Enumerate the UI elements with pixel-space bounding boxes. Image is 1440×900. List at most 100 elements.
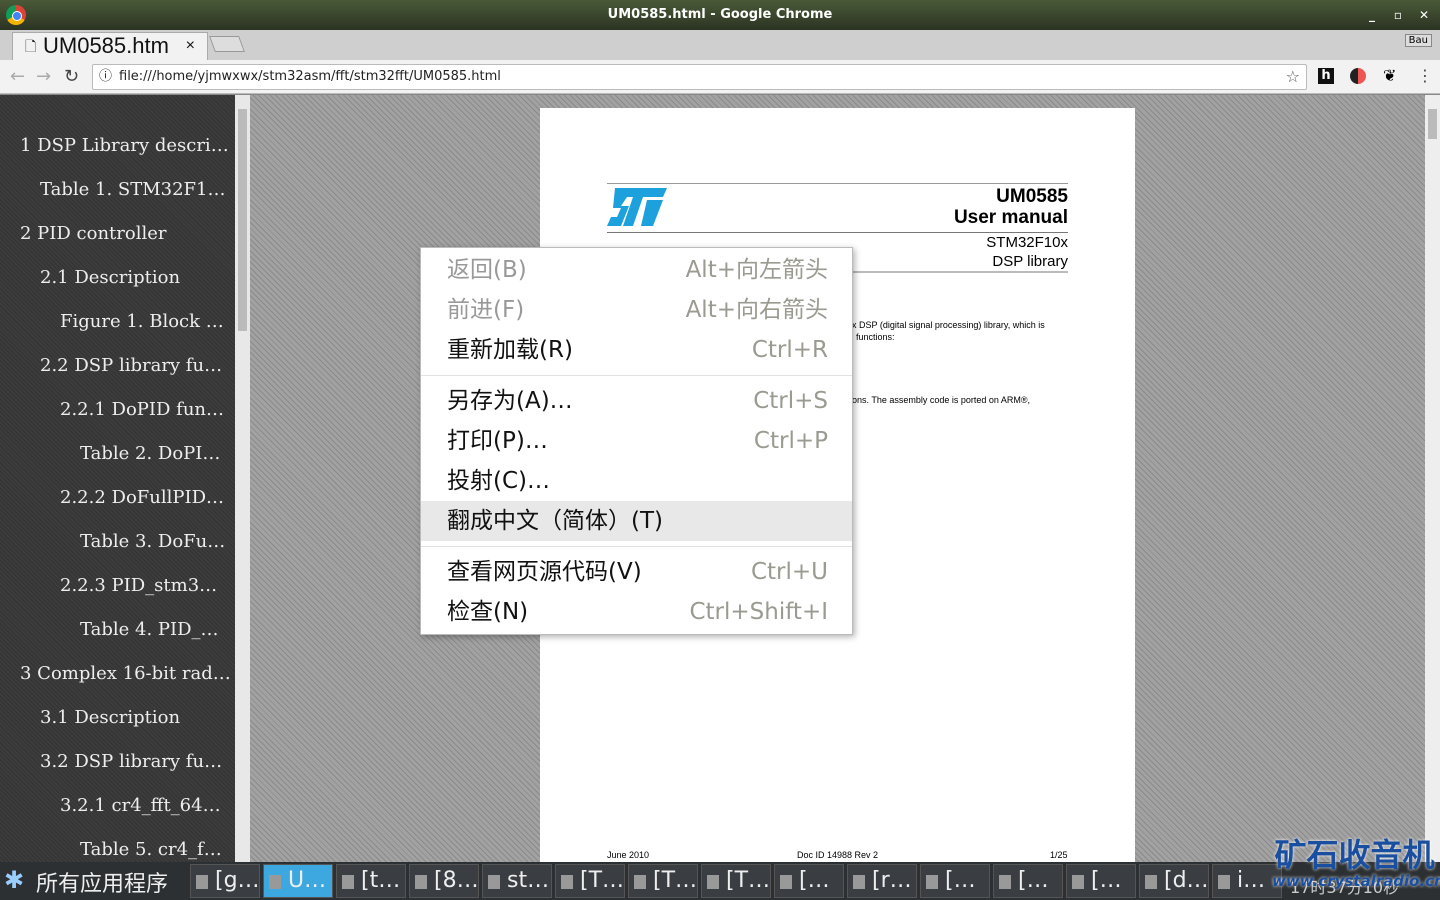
outline-item[interactable]: 2.2.2 DoFullPID… xyxy=(60,487,224,508)
outline-item[interactable]: 1 DSP Library descri… xyxy=(20,135,229,156)
window-icon xyxy=(196,875,208,889)
outline-item[interactable]: 2.2.1 DoPID fun… xyxy=(60,399,224,420)
minimize-button[interactable]: _ xyxy=(1360,0,1384,30)
bookmark-star-icon[interactable]: ☆ xyxy=(1286,65,1300,89)
toolbar: ← → ↻ ⓘ file:///home/yjmwxwx/stm32asm/ff… xyxy=(0,60,1440,94)
menu-item-shortcut: Ctrl+Shift+I xyxy=(689,599,828,625)
footer-doc-id: Doc ID 14988 Rev 2 xyxy=(797,850,879,860)
window-label: [8… xyxy=(434,868,479,893)
footer-date: June 2010 xyxy=(607,850,650,860)
menu-item-label: 投射(C)… xyxy=(447,468,551,494)
outline-item[interactable]: Table 3. DoFu… xyxy=(80,531,225,552)
maximize-button[interactable]: ▫ xyxy=(1386,0,1410,30)
outline-item[interactable]: 3.2.1 cr4_fft_64… xyxy=(60,795,221,816)
menu-item-label: 查看网页源代码(V) xyxy=(447,559,642,585)
window-label: i… xyxy=(1237,868,1266,893)
taskbar: ✱ 所有应用程序 [g… U… [t… [8… st… [T… [T… [T… [… [r… [… [… xyxy=(0,862,1440,900)
window-icon xyxy=(488,875,500,889)
window-title: UM0585.html - Google Chrome xyxy=(607,7,833,22)
body-text: x DSP (digital signal processing) librar… xyxy=(852,320,1045,330)
doc-type: User manual xyxy=(953,207,1068,228)
app-menu-icon[interactable]: ✱ xyxy=(4,866,24,894)
menu-item-shortcut: Alt+向左箭头 xyxy=(685,257,828,283)
outline-item[interactable]: 3 Complex 16-bit rad… xyxy=(20,663,231,684)
extension-gnome-icon[interactable]: ❦ xyxy=(1383,66,1396,85)
context-menu-item[interactable]: 前进(F) Alt+向右箭头 xyxy=(421,290,852,330)
start-menu-button[interactable]: 所有应用程序 xyxy=(36,866,168,898)
taskbar-window-button[interactable]: [T… xyxy=(701,864,771,898)
context-menu-item[interactable]: 返回(B) Alt+向左箭头 xyxy=(421,250,852,290)
menu-item-label: 前进(F) xyxy=(447,297,525,323)
context-menu-item[interactable]: 打印(P)… Ctrl+P xyxy=(421,421,852,461)
taskbar-window-button[interactable]: [… xyxy=(774,864,844,898)
taskbar-window-button[interactable]: [… xyxy=(993,864,1063,898)
outline-item[interactable]: 2.1 Description xyxy=(40,267,180,288)
taskbar-window-button[interactable]: [g… xyxy=(190,864,260,898)
window-icon xyxy=(634,875,646,889)
taskbar-window-button[interactable]: [… xyxy=(1066,864,1136,898)
outline-item[interactable]: Table 1. STM32F1… xyxy=(40,179,226,200)
window-icon xyxy=(1145,875,1157,889)
window-label: [g… xyxy=(215,868,260,893)
new-tab-button[interactable] xyxy=(209,36,245,52)
context-menu-item[interactable]: 查看网页源代码(V) Ctrl+U xyxy=(421,552,852,592)
outline-item[interactable]: 3.1 Description xyxy=(40,707,180,728)
window-icon xyxy=(707,875,719,889)
pdf-outline-sidebar: 1 DSP Library descri… Table 1. STM32F1… 2 … xyxy=(0,95,235,862)
sidebar-scrollbar[interactable] xyxy=(235,95,250,862)
close-button[interactable]: ✕ xyxy=(1412,0,1436,30)
window-label: st… xyxy=(507,868,550,893)
st-logo xyxy=(607,188,667,226)
taskbar-window-button[interactable]: st… xyxy=(482,864,552,898)
outline-item[interactable]: Table 4. PID_… xyxy=(80,619,219,640)
taskbar-window-button[interactable]: [d… xyxy=(1139,864,1209,898)
body-text: ons. The assembly code is ported on ARM®… xyxy=(852,395,1031,405)
outline-item[interactable]: Figure 1. Block … xyxy=(60,311,224,332)
outline-item[interactable]: 2 PID controller xyxy=(20,223,167,244)
menu-item-shortcut: Alt+向右箭头 xyxy=(685,297,828,323)
window-icon xyxy=(415,875,427,889)
tab-strip: 🗋 UM0585.htm × Bau xyxy=(0,30,1440,60)
extension-h-icon[interactable]: h xyxy=(1318,68,1334,84)
taskbar-window-button[interactable]: [t… xyxy=(336,864,406,898)
context-menu-item[interactable]: 检查(N) Ctrl+Shift+I xyxy=(421,592,852,632)
menu-item-label: 打印(P)… xyxy=(447,428,548,454)
window-label: [… xyxy=(799,868,830,893)
outline-item[interactable]: 2.2.3 PID_stm3… xyxy=(60,575,217,596)
taskbar-window-button[interactable]: [r… xyxy=(847,864,917,898)
menu-item-label: 重新加载(R) xyxy=(447,337,573,363)
tab-title: UM0585.htm xyxy=(43,33,169,58)
taskbar-window-button[interactable]: U… xyxy=(263,864,333,898)
context-menu-item[interactable]: 投射(C)… xyxy=(421,461,852,501)
window-label: [T… xyxy=(653,868,698,893)
tab-um0585[interactable]: 🗋 UM0585.htm × xyxy=(12,32,208,60)
address-bar[interactable]: ⓘ file:///home/yjmwxwx/stm32asm/fft/stm3… xyxy=(92,64,1307,90)
window-label: U… xyxy=(288,868,327,893)
window-label: [T… xyxy=(726,868,771,893)
context-menu-item[interactable]: 翻成中文（简体）(T) xyxy=(421,501,852,541)
outline-item[interactable]: 3.2 DSP library fu… xyxy=(40,751,222,772)
taskbar-window-button[interactable]: [T… xyxy=(555,864,625,898)
window-label: [… xyxy=(1018,868,1049,893)
menu-icon[interactable]: ⋮ xyxy=(1417,66,1433,85)
taskbar-window-button[interactable]: [8… xyxy=(409,864,479,898)
info-icon: ⓘ xyxy=(99,69,113,84)
extension-icon[interactable] xyxy=(1350,68,1366,84)
tab-close-button[interactable]: × xyxy=(186,33,195,59)
context-menu-item[interactable]: 另存为(A)… Ctrl+S xyxy=(421,381,852,421)
taskbar-window-button[interactable]: [… xyxy=(920,864,990,898)
outline-item[interactable]: 2.2 DSP library fu… xyxy=(40,355,222,376)
forward-button[interactable]: → xyxy=(36,66,51,87)
back-button[interactable]: ← xyxy=(10,66,25,87)
outline-item[interactable]: Table 2. DoPI… xyxy=(80,443,220,464)
window-label: [T… xyxy=(580,868,625,893)
outline-item[interactable]: Table 5. cr4_f… xyxy=(80,839,222,860)
window-icon xyxy=(269,875,281,889)
window-label: [r… xyxy=(872,868,912,893)
profile-button[interactable]: Bau xyxy=(1404,34,1432,47)
reload-button[interactable]: ↻ xyxy=(64,66,79,87)
menu-separator xyxy=(421,546,852,547)
context-menu-item[interactable]: 重新加载(R) Ctrl+R xyxy=(421,330,852,370)
viewer-scrollbar[interactable] xyxy=(1425,95,1440,862)
taskbar-window-button[interactable]: [T… xyxy=(628,864,698,898)
